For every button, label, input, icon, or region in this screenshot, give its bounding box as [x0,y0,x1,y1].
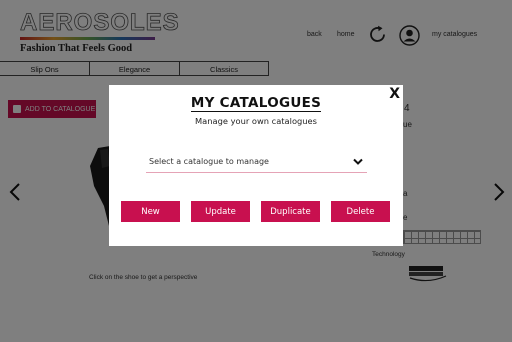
chevron-down-icon [353,158,363,165]
duplicate-button[interactable]: Duplicate [261,201,320,222]
catalogue-select[interactable]: Select a catalogue to manage [146,151,367,173]
dialog-subtitle: Manage your own catalogues [195,116,317,126]
dialog-title: MY CATALOGUES [109,95,403,112]
my-catalogues-dialog: X MY CATALOGUES Manage your own catalogu… [109,85,403,246]
dialog-title-text: MY CATALOGUES [190,95,322,112]
delete-button[interactable]: Delete [331,201,390,222]
catalogue-select-value: Select a catalogue to manage [149,157,269,166]
update-button[interactable]: Update [191,201,250,222]
dialog-actions: New Update Duplicate Delete [121,201,391,223]
new-button[interactable]: New [121,201,180,222]
